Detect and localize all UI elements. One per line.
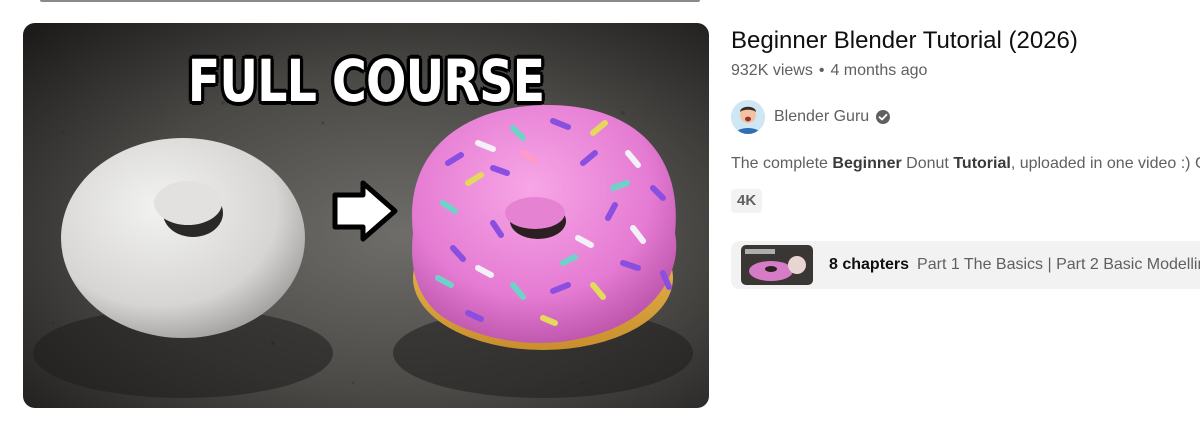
- chapter-thumbnail-image: [741, 245, 813, 285]
- description-highlight: Beginner: [832, 155, 902, 172]
- chapters-list: Part 1 The Basics | Part 2 Basic Modelli…: [917, 256, 1200, 273]
- channel-name-link[interactable]: Blender Guru: [774, 108, 869, 126]
- video-description-snippet: The complete Beginner Donut Tutorial, up…: [731, 155, 1200, 173]
- description-text: Donut: [901, 155, 954, 172]
- verified-check-icon: [876, 110, 891, 124]
- video-info-panel: Beginner Blender Tutorial (2026) 932K vi…: [731, 0, 1200, 427]
- previous-item-edge: [40, 0, 700, 2]
- description-text: The complete: [731, 155, 833, 172]
- quality-badge: 4K: [731, 189, 763, 213]
- upload-age: 4 months ago: [830, 62, 928, 79]
- video-thumbnail[interactable]: FULL COURSE: [23, 23, 709, 408]
- meta-separator: •: [818, 62, 825, 79]
- avatar-icon: [731, 100, 765, 134]
- description-highlight: Tutorial: [953, 155, 1011, 172]
- thumbnail-caption: FULL COURSE: [187, 47, 545, 115]
- chapters-count: 8 chapters: [829, 256, 910, 273]
- video-metadata: 932K views • 4 months ago: [731, 62, 927, 80]
- description-text: , uploaded in one video :) G: [1010, 155, 1200, 172]
- chapter-thumbnail: [741, 245, 813, 285]
- view-count: 932K views: [731, 62, 813, 79]
- video-title-link[interactable]: Beginner Blender Tutorial (2026): [731, 27, 1078, 55]
- channel-avatar[interactable]: [731, 100, 765, 134]
- channel-row: Blender Guru: [731, 99, 891, 135]
- chapters-button[interactable]: 8 chapters Part 1 The Basics | Part 2 Ba…: [731, 241, 1200, 289]
